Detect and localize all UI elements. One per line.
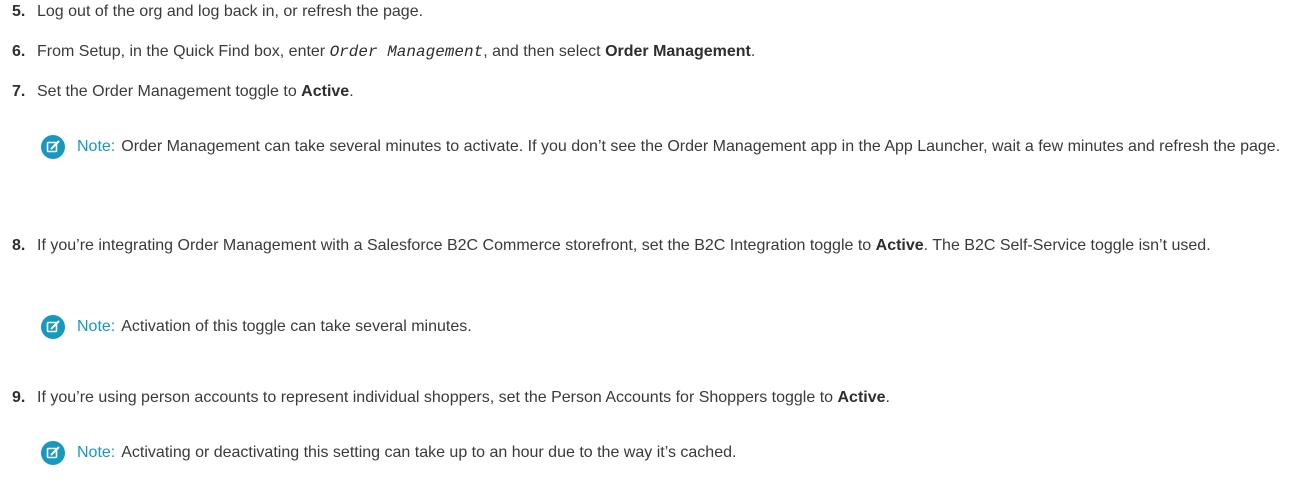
step-9: 9. If you’re using person accounts to re… <box>12 386 1307 411</box>
note-body: Note: Order Management can take several m… <box>77 135 1307 160</box>
step-text: Log out of the org and log back in, or r… <box>37 3 424 20</box>
step-text: From Setup, in the Quick Find box, enter… <box>37 40 1307 65</box>
edit-note-icon <box>41 315 65 339</box>
step-text: If you’re using person accounts to repre… <box>37 386 1307 411</box>
ui-label-bold: Active <box>875 237 924 254</box>
code-text: Order Management <box>329 43 484 61</box>
note-text: Order Management can take several minute… <box>121 138 1281 155</box>
note-label: Note: <box>77 444 116 461</box>
ui-label-bold: Active <box>301 83 350 100</box>
note-text: Activation of this toggle can take sever… <box>121 318 472 335</box>
note-text: Activating or deactivating this setting … <box>121 444 737 461</box>
note-body: Note: Activating or deactivating this set… <box>77 441 1307 466</box>
note-callout: Note: Activating or deactivating this set… <box>12 441 1307 466</box>
note-callout: Note: Activation of this toggle can take … <box>12 315 1307 340</box>
step-text-pre: Set the Order Management toggle to <box>37 83 302 100</box>
step-number: 5. <box>12 3 26 20</box>
step-text: Set the Order Management toggle to Activ… <box>37 80 1307 105</box>
ui-label-bold: Active <box>837 389 886 406</box>
ui-label-bold: Order Management <box>605 43 751 60</box>
step-6: 6. From Setup, in the Quick Find box, en… <box>12 40 1307 65</box>
step-text: If you’re integrating Order Management w… <box>37 234 1307 259</box>
step-number: 6. <box>12 43 26 60</box>
step-5: 5. Log out of the org and log back in, o… <box>12 0 423 25</box>
step-7: 7. Set the Order Management toggle to Ac… <box>12 80 1307 105</box>
step-text-post: . <box>750 43 756 60</box>
note-body: Note: Activation of this toggle can take … <box>77 315 1307 340</box>
step-8: 8. If you’re integrating Order Managemen… <box>12 234 1307 259</box>
step-text-post: . <box>885 389 890 406</box>
note-callout: Note: Order Management can take several m… <box>12 135 1307 160</box>
step-text-mid: , and then select <box>483 43 606 60</box>
step-number: 9. <box>12 389 26 406</box>
note-label: Note: <box>77 138 116 155</box>
step-text-pre: If you’re integrating Order Management w… <box>37 237 876 254</box>
step-text-post: . The B2C Self-Service toggle isn’t used… <box>923 237 1211 254</box>
edit-note-icon <box>41 135 65 159</box>
step-text-pre: From Setup, in the Quick Find box, enter <box>37 43 330 60</box>
step-text-pre: If you’re using person accounts to repre… <box>37 389 838 406</box>
step-text-post: . <box>349 83 354 100</box>
note-label: Note: <box>77 318 116 335</box>
step-number: 8. <box>12 237 26 254</box>
step-number: 7. <box>12 83 26 100</box>
edit-note-icon <box>41 441 65 465</box>
